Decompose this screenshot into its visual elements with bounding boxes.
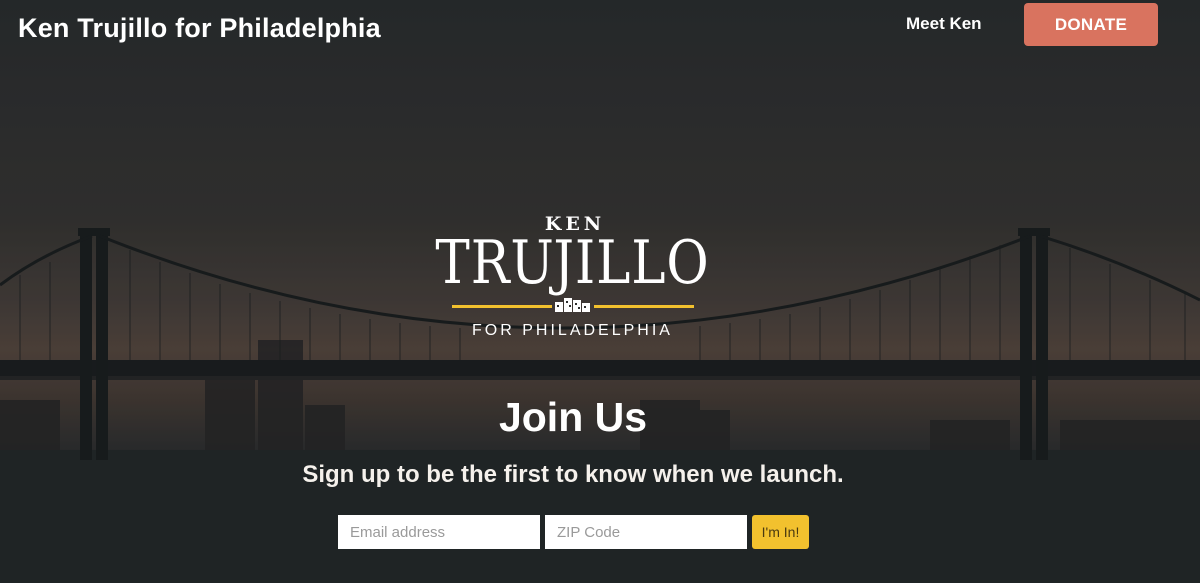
hero-background: Ken Trujillo for Philadelphia Meet Ken D…	[0, 0, 1200, 583]
zip-code-input[interactable]	[545, 515, 747, 549]
im-in-button[interactable]: I'm In!	[752, 515, 809, 549]
donate-button[interactable]: DONATE	[1024, 3, 1158, 46]
logo-subtitle: FOR PHILADELPHIA	[472, 322, 673, 339]
nav-meet-ken[interactable]: Meet Ken	[906, 14, 982, 34]
campaign-logo: KEN TRUJILLO FOR PHILADELPHIA	[410, 210, 740, 345]
logo-name: TRUJILLO	[435, 228, 710, 298]
email-input[interactable]	[338, 515, 540, 549]
site-title[interactable]: Ken Trujillo for Philadelphia	[18, 13, 381, 44]
logo-rule-right	[594, 305, 694, 308]
logo-rule-left	[452, 305, 552, 308]
join-heading: Join Us	[498, 394, 648, 440]
signup-tagline: Sign up to be the first to know when we …	[302, 461, 844, 488]
buildings-icon	[555, 298, 590, 312]
